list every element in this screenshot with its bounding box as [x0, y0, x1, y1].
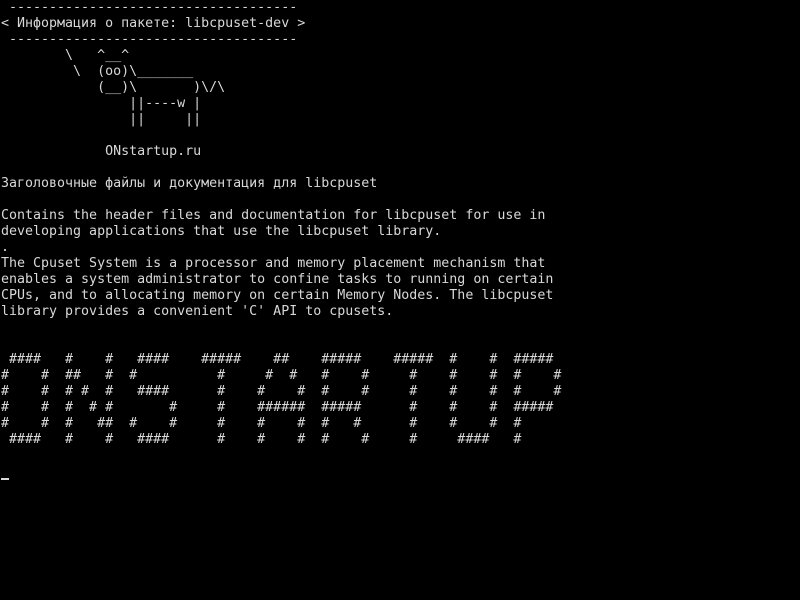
site-name: ONstartup.ru [1, 144, 202, 159]
package-summary: Заголовочные файлы и документация для li… [1, 176, 378, 191]
cow-art-line: || || [1, 112, 202, 127]
text-cursor [1, 478, 9, 480]
description-line: enables a system administrator to confin… [1, 272, 554, 287]
description-separator: . [1, 240, 10, 255]
description-line: The Cpuset System is a processor and mem… [1, 256, 546, 271]
cowsay-top-border: ------------------------------------ [1, 0, 298, 15]
banner-line: # # # ## # # # # # # # # # # # [1, 416, 522, 431]
cowsay-message: < Информация о пакете: libcpuset-dev > [1, 16, 306, 31]
cow-art-line: ||----w | [1, 96, 202, 111]
cow-art-line: (__)\ )\/\ [1, 80, 226, 95]
terminal-screen[interactable]: ------------------------------------ < Ин… [0, 0, 800, 600]
cow-art-line: \ ^__^ [1, 48, 130, 63]
banner-line: # # # # # #### # # # # # # # # # # [1, 384, 562, 399]
banner-line: #### # # #### # # # # # # #### # [1, 432, 522, 447]
description-line: developing applications that use the lib… [1, 224, 442, 239]
banner-line: #### # # #### ##### ## ##### ##### # # #… [1, 352, 554, 367]
banner-line: # # # # # # # ###### ##### # # # ##### [1, 400, 554, 415]
terminal-output: ------------------------------------ < Ин… [1, 0, 800, 448]
description-line: Contains the header files and documentat… [1, 208, 546, 223]
description-line: library provides a convenient 'C' API to… [1, 304, 394, 319]
description-line: CPUs, and to allocating memory on certai… [1, 288, 554, 303]
cow-art-line: \ (oo)\_______ [1, 64, 194, 79]
cowsay-bottom-border: ------------------------------------ [1, 32, 298, 47]
banner-line: # # ## # # # # # # # # # # # # [1, 368, 562, 383]
